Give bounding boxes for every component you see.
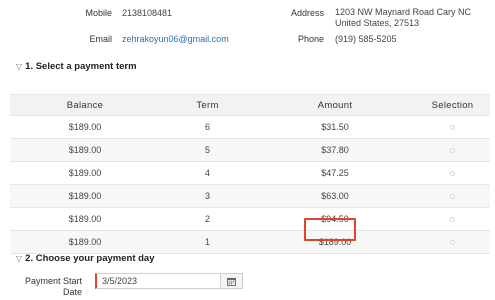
payment-page: Mobile 2138108481 Email zehrakoyun06@gma… [0, 0, 495, 300]
term-cell: 1 [204, 237, 210, 247]
selection-cell [415, 185, 490, 207]
selection-cell [415, 162, 490, 184]
calendar-icon [227, 277, 236, 286]
term-cell: 5 [204, 145, 210, 155]
term-radio[interactable] [450, 124, 455, 130]
phone-value: (919) 585-5205 [335, 34, 397, 44]
label-line2: Date [62, 287, 82, 297]
header-selection: Selection [431, 99, 474, 111]
table-row[interactable]: $189.00 2 $94.50 [10, 208, 490, 231]
address-line1: 1203 NW Maynard Road Cary NC [335, 7, 472, 17]
payment-start-date-value[interactable]: 3/5/2023 [97, 276, 220, 286]
term-radio[interactable] [450, 239, 455, 245]
term-radio[interactable] [450, 193, 455, 199]
email-label: Email [89, 34, 112, 44]
selection-cell [415, 116, 490, 138]
collapse-triangle-icon: ▽ [16, 254, 23, 263]
header-balance: Balance [66, 99, 104, 111]
section-payment-term-header[interactable]: ▽ 1. Select a payment term [16, 61, 137, 72]
calendar-button[interactable] [220, 274, 242, 288]
payment-term-table: Balance Term Amount Selection $189.00 6 … [10, 94, 490, 254]
amount-cell: $47.25 [321, 168, 349, 178]
term-radio[interactable] [450, 216, 455, 222]
label-line1: Payment Start [24, 276, 82, 286]
table-row[interactable]: $189.00 4 $47.25 [10, 162, 490, 185]
header-term: Term [196, 99, 219, 111]
balance-cell: $189.00 [68, 168, 102, 178]
mobile-label: Mobile [85, 8, 112, 18]
term-radio[interactable] [450, 170, 455, 176]
address-line2: United States, 27513 [335, 18, 420, 28]
amount-highlight-box [304, 218, 356, 241]
amount-cell: $37.80 [321, 145, 349, 155]
phone-label: Phone [297, 34, 324, 44]
selection-cell [415, 208, 490, 230]
table-row[interactable]: $189.00 5 $37.80 [10, 139, 490, 162]
amount-cell: $31.50 [321, 122, 349, 132]
amount-cell: $63.00 [321, 191, 349, 201]
address-label: Address [290, 8, 324, 18]
balance-cell: $189.00 [68, 214, 102, 224]
balance-cell: $189.00 [68, 122, 102, 132]
mobile-value: 2138108481 [122, 8, 173, 18]
section-payment-day-title: 2. Choose your payment day [25, 253, 155, 264]
term-cell: 2 [204, 214, 210, 224]
table-row[interactable]: $189.00 6 $31.50 [10, 116, 490, 139]
term-cell: 3 [204, 191, 210, 201]
selection-cell [415, 231, 490, 253]
collapse-triangle-icon: ▽ [16, 62, 23, 71]
selection-cell [415, 139, 490, 161]
term-radio[interactable] [450, 147, 455, 153]
table-row[interactable]: $189.00 1 $189.00 [10, 231, 490, 254]
payment-start-date-label: Payment Start Date [20, 276, 82, 298]
term-cell: 6 [204, 122, 210, 132]
email-link[interactable]: zehrakoyun06@gmail.com [122, 34, 229, 45]
header-amount: Amount [317, 99, 353, 111]
payment-start-date-field[interactable]: 3/5/2023 [95, 273, 243, 289]
balance-cell: $189.00 [68, 191, 102, 201]
table-row[interactable]: $189.00 3 $63.00 [10, 185, 490, 208]
balance-cell: $189.00 [68, 145, 102, 155]
section-payment-day-header[interactable]: ▽ 2. Choose your payment day [16, 253, 155, 264]
section-payment-term-title: 1. Select a payment term [25, 61, 137, 72]
table-header-row: Balance Term Amount Selection [10, 94, 490, 116]
balance-cell: $189.00 [68, 237, 102, 247]
term-cell: 4 [204, 168, 210, 178]
